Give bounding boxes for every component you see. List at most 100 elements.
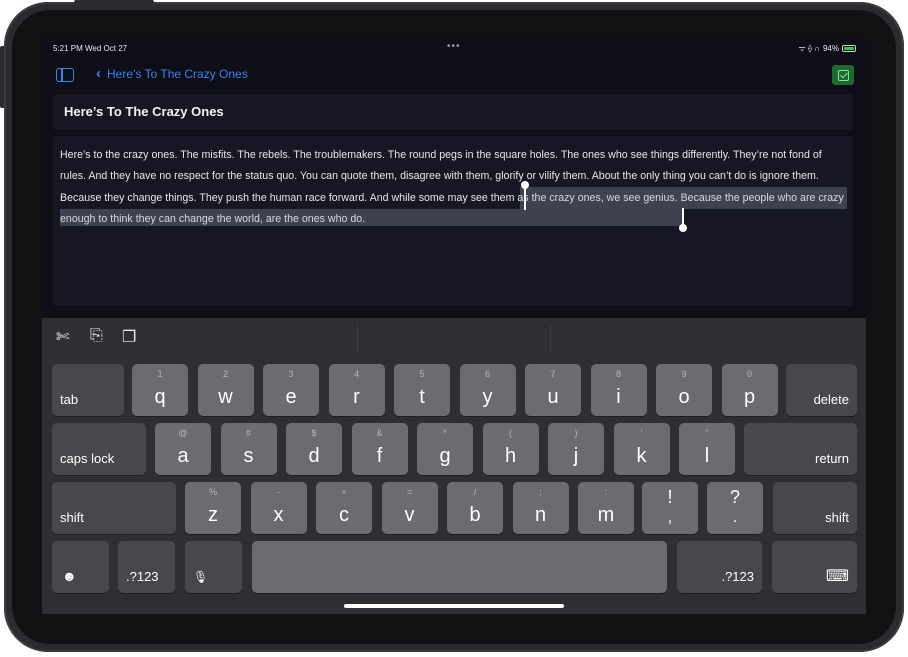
checkbox-icon	[837, 69, 849, 81]
key-i[interactable]: 8i	[590, 364, 647, 416]
key-j[interactable]: ) j	[548, 423, 604, 475]
key-p[interactable]: 0p	[721, 364, 778, 416]
key-label: j	[573, 445, 579, 467]
key-hint: $	[311, 428, 317, 438]
key-hint: )	[574, 428, 578, 438]
key-r[interactable]: 4r	[328, 364, 385, 416]
key-label: k	[636, 445, 647, 467]
key-e[interactable]: 3e	[263, 364, 319, 416]
right-shift-key[interactable]: shift	[773, 482, 857, 534]
key-hint: 0	[746, 369, 752, 379]
key-g[interactable]: * g	[417, 423, 473, 475]
top-button	[74, 0, 154, 4]
exclamation-comma-key[interactable]: ! ,	[642, 482, 698, 534]
key-hint: 1	[157, 369, 163, 379]
key-label: v	[404, 504, 415, 526]
delete-key[interactable]: delete	[786, 364, 857, 416]
keyboard-hide-icon: ⌨	[825, 568, 849, 585]
key-n[interactable]: ; n	[512, 482, 569, 534]
done-button[interactable]	[832, 65, 854, 85]
key-hint: 4	[353, 369, 359, 379]
key-hint: @	[178, 428, 188, 438]
space-bar[interactable]	[252, 541, 667, 593]
note-title: Here’s To The Crazy Ones	[64, 104, 224, 119]
multitasking-dots[interactable]: •••	[447, 41, 461, 52]
chevron-left-icon: ‹	[96, 65, 101, 82]
selection-start-handle[interactable]	[524, 186, 526, 210]
key-b[interactable]: / b	[447, 482, 503, 534]
emoji-key[interactable]: ☻	[52, 541, 109, 593]
hide-keyboard-key[interactable]: ⌨	[772, 541, 857, 593]
key-y[interactable]: 6y	[459, 364, 516, 416]
key-c[interactable]: + c	[316, 482, 372, 534]
key-l[interactable]: " l	[679, 423, 735, 475]
key-hint: *	[443, 428, 447, 438]
paste-icon[interactable]: ❐	[122, 327, 136, 347]
battery-percent: 94%	[822, 44, 839, 53]
key-v[interactable]: = v	[381, 482, 438, 534]
key-d[interactable]: $ d	[286, 423, 342, 475]
key-hint: 6	[484, 369, 490, 379]
key-hint: 3	[288, 369, 294, 379]
key-label: u	[547, 386, 559, 408]
key-q[interactable]: 1q	[132, 364, 188, 416]
numbers-key-right[interactable]: .?123	[677, 541, 762, 593]
sidebar-toggle-icon[interactable]	[56, 68, 74, 82]
status-right: ᯤ ⟠ ∩ 94%	[799, 43, 856, 54]
key-w[interactable]: 2w	[197, 364, 254, 416]
home-indicator[interactable]	[344, 604, 564, 608]
key-hint: :	[604, 487, 608, 497]
key-hint: -	[277, 487, 280, 497]
dictation-key[interactable]: 🎙	[185, 541, 242, 593]
key-t[interactable]: 5t	[394, 364, 450, 416]
key-label: x	[273, 504, 284, 526]
selection-end-knob[interactable]	[679, 224, 687, 232]
key-hint: 9	[681, 369, 687, 379]
key-o[interactable]: 9o	[656, 364, 712, 416]
key-hint: /	[473, 487, 477, 497]
caps-lock-key[interactable]: caps lock	[52, 423, 146, 475]
copy-icon[interactable]: ⎘	[90, 327, 103, 345]
text-selection	[520, 187, 847, 209]
key-f[interactable]: & f	[351, 423, 408, 475]
key-hint: ’	[640, 428, 643, 438]
tab-key[interactable]: tab	[52, 364, 124, 416]
key-h[interactable]: (h	[482, 423, 539, 475]
key-label: n	[534, 504, 547, 526]
screen: 5:21 PM Wed Oct 27 ••• ᯤ ⟠ ∩ 94% ‹ Here’…	[42, 38, 866, 614]
key-label: c	[339, 504, 349, 526]
selection-start-knob[interactable]	[521, 181, 529, 189]
numbers-key-left[interactable]: .?123	[118, 541, 175, 593]
battery-icon	[842, 45, 856, 52]
key-hint: 8	[615, 369, 621, 379]
divider	[357, 324, 358, 352]
keyboard: ✄ ⎘ ❐ tab 1q2w3e4r5t6y7u8i9o0p delete ca…	[42, 318, 866, 614]
key-z[interactable]: % z	[185, 482, 241, 534]
keyboard-shortcut-bar: ✄ ⎘ ❐	[42, 318, 866, 358]
back-label: Here’s To The Crazy Ones	[107, 67, 248, 81]
key-label: y	[482, 386, 493, 408]
key-u[interactable]: 7u	[525, 364, 581, 416]
key-label: p	[743, 386, 756, 408]
scissors-icon[interactable]: ✄	[56, 327, 69, 347]
key-k[interactable]: ’ k	[613, 423, 670, 475]
question-period-key[interactable]: ? .	[707, 482, 763, 534]
key-hint: ;	[539, 487, 542, 497]
key-x[interactable]: -x	[250, 482, 307, 534]
note-title-field[interactable]: Here’s To The Crazy Ones	[53, 94, 853, 130]
key-m[interactable]: :m	[578, 482, 634, 534]
key-a[interactable]: @ a	[155, 423, 211, 475]
key-label: t	[419, 386, 425, 408]
key-s[interactable]: # s	[220, 423, 277, 475]
key-hint: 2	[222, 369, 228, 379]
key-label: a	[177, 445, 189, 467]
side-button	[0, 46, 4, 108]
back-button[interactable]: ‹ Here’s To The Crazy Ones	[96, 65, 248, 82]
emoji-icon: ☻	[62, 568, 77, 584]
key-label: z	[208, 504, 218, 526]
key-label: g	[439, 445, 451, 467]
left-shift-key[interactable]: shift	[52, 482, 176, 534]
return-key[interactable]: return	[744, 423, 857, 475]
key-label: s	[243, 445, 254, 467]
key-label: m	[597, 504, 615, 526]
